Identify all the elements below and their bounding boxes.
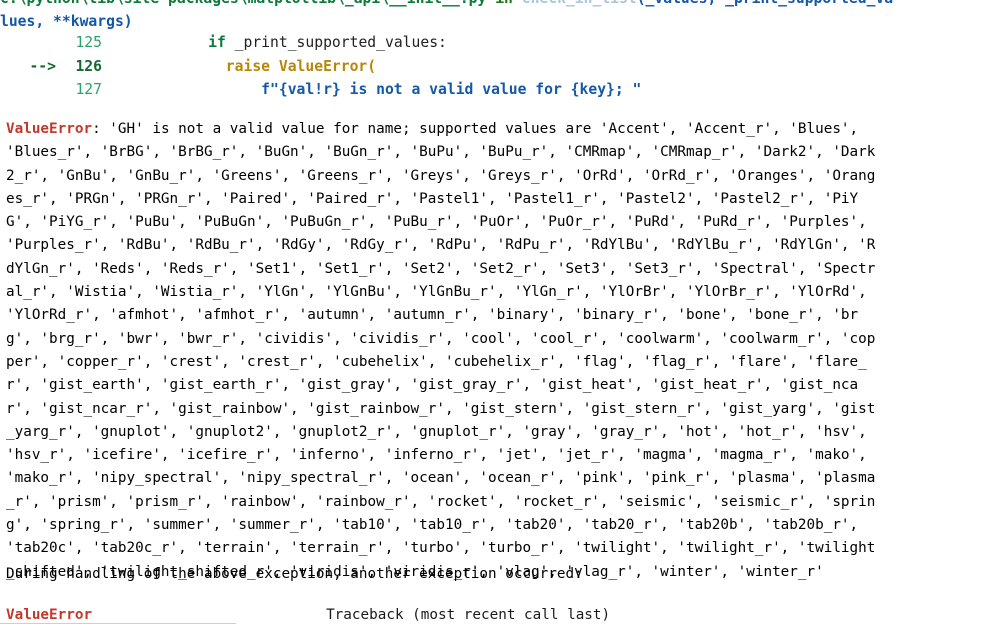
exception-message-line-wrap: al_r', 'Wistia', 'Wistia_r', 'YlGn', 'Yl… bbox=[6, 284, 867, 301]
source-line-rest: f"{val!r} is not a valid value for {key}… bbox=[261, 81, 642, 98]
exception-message-line-wrap: G', 'PiYG_r', 'PuBu', 'PuBuGn', 'PuBuGn_… bbox=[6, 214, 867, 231]
exception-message-line-wrap: es_r', 'PRGn', 'PRGn_r', 'Paired', 'Pair… bbox=[6, 190, 859, 207]
exception-message-block: ValueError: 'GH' is not a valid value fo… bbox=[6, 118, 992, 584]
source-line: 127 f"{val!r} is not a valid value for {… bbox=[0, 78, 992, 102]
frame-function-name: check_in_list bbox=[522, 0, 637, 7]
source-line: 125 if _print_supported_values: bbox=[0, 31, 992, 55]
source-line-number: 126 bbox=[75, 57, 102, 75]
exception-message-line-wrap: _yarg_r', 'gnuplot', 'gnuplot2', 'gnuplo… bbox=[6, 423, 867, 440]
source-line-indent bbox=[102, 58, 226, 75]
exception-message-line-wrap: 'Blues_r', 'BrBG', 'BrBG_r', 'BuGn', 'Bu… bbox=[6, 144, 876, 161]
exception-separator: : bbox=[92, 121, 110, 137]
exception-message-line-wrap: r', 'gist_ncar_r', 'gist_rainbow', 'gist… bbox=[6, 400, 876, 417]
exception-message-line-wrap: per', 'copper_r', 'crest', 'crest_r', 'c… bbox=[6, 353, 867, 370]
exception-message-line-wrap: 'hsv_r', 'icefire', 'icefire_r', 'infern… bbox=[6, 447, 867, 464]
exception-message-line-wrap: g', 'spring_r', 'summer', 'summer_r', 't… bbox=[6, 517, 859, 534]
exception-message-line-wrap: 'tab20c', 'tab20c_r', 'terrain', 'terrai… bbox=[6, 540, 876, 557]
source-line-number: 125 bbox=[75, 34, 102, 51]
frame-file-path: c:\python\lib\site-packages\matplotlib\_… bbox=[0, 0, 486, 7]
source-line-marker: --> bbox=[29, 57, 56, 75]
exception-message-line-wrap: _r', 'prism', 'prism_r', 'rainbow', 'rai… bbox=[6, 493, 876, 510]
exception-first-line: ValueError: 'GH' is not a valid value fo… bbox=[6, 118, 992, 141]
source-line-keyword: raise ValueError( bbox=[225, 57, 377, 75]
frame-in-keyword: in bbox=[486, 0, 521, 7]
source-line-indent bbox=[102, 81, 261, 98]
exception-name: ValueError bbox=[6, 121, 93, 137]
exception-message-line-wrap: 'mako_r', 'nipy_spectral', 'nipy_spectra… bbox=[6, 470, 876, 487]
exception-message-line-wrap: dYlGn_r', 'Reds', 'Reds_r', 'Set1', 'Set… bbox=[6, 260, 876, 277]
source-line-rest: _print_supported_values: bbox=[225, 34, 447, 51]
frame-signature-wrap: lues, **kwargs) bbox=[0, 10, 992, 33]
exception-message-line-wrap: g', 'brg_r', 'bwr', 'bwr_r', 'cividis', … bbox=[6, 330, 876, 347]
exception-message-line-wrap: 2_r', 'GnBu', 'GnBu_r', 'Greens', 'Green… bbox=[6, 167, 876, 184]
source-line-keyword: if bbox=[208, 34, 226, 51]
source-listing: 125 if _print_supported_values: --> 126 r… bbox=[0, 31, 992, 102]
exception-message-line-wrap: 'YlOrRd_r', 'afmhot', 'afmhot_r', 'autum… bbox=[6, 307, 859, 324]
source-line-indent bbox=[102, 34, 208, 51]
source-line: --> 126 raise ValueError( bbox=[0, 55, 992, 79]
source-line-number: 127 bbox=[75, 81, 102, 98]
exception-message-line-wrap: r', 'gist_earth', 'gist_earth_r', 'gist_… bbox=[6, 377, 859, 394]
exception-message-line-wrap: 'Purples_r', 'RdBu', 'RdBu_r', 'RdGy', '… bbox=[6, 237, 876, 254]
traceback-divider bbox=[0, 623, 236, 624]
frame-header: c:\python\lib\site-packages\matplotlib\_… bbox=[0, 0, 992, 10]
final-exception-name: ValueError bbox=[6, 607, 93, 623]
frame-signature-head: (_values, _print_supported_va bbox=[637, 0, 893, 7]
chained-exception-note: During handling of the above exception, … bbox=[6, 566, 583, 582]
traceback-label: Traceback (most recent call last) bbox=[326, 607, 611, 623]
frame-signature-tail: lues, **kwargs) bbox=[0, 13, 133, 30]
exception-message-line: 'GH' is not a valid value for name; supp… bbox=[109, 121, 859, 137]
traceback-panel: c:\python\lib\site-packages\matplotlib\_… bbox=[0, 0, 992, 628]
